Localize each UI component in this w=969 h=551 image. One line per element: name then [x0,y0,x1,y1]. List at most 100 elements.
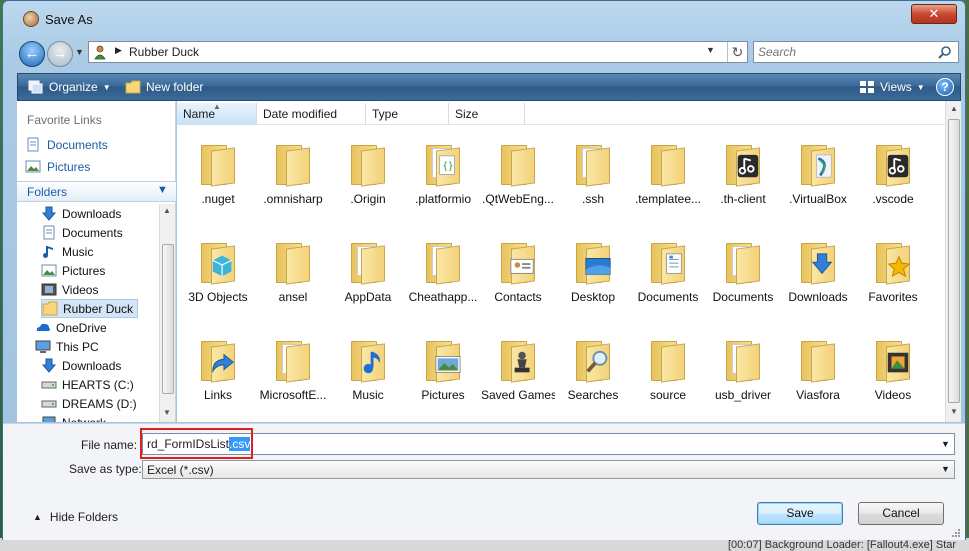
file-item[interactable]: ansel [256,229,330,319]
tree-item-onedrive[interactable]: OneDrive [35,318,107,337]
new-folder-button[interactable]: New folder [125,80,203,94]
file-item[interactable]: AppData [331,229,405,319]
folder-star-icon [872,237,914,285]
favorite-link-pictures[interactable]: Pictures [25,159,90,174]
scrollbar-thumb[interactable] [162,244,174,394]
search-box[interactable] [753,41,959,63]
breadcrumb-separator-icon[interactable]: ▶ [115,45,122,56]
save-button[interactable]: Save [757,502,843,525]
forward-button[interactable]: → [47,41,73,67]
file-item[interactable]: Cheathapp... [406,229,480,319]
save-as-type-select[interactable]: Excel (*.csv) ▼ [142,460,955,479]
favorite-link-label: Pictures [47,159,91,174]
tree-item-music[interactable]: Music [41,242,93,261]
hide-folders-button[interactable]: ▲ Hide Folders [33,510,118,524]
file-item[interactable]: Favorites [856,229,930,319]
search-icon[interactable] [937,45,953,61]
scrollbar-thumb[interactable] [948,119,960,403]
file-item[interactable]: .VirtualBox [781,131,855,221]
file-item[interactable]: usb_driver [706,327,780,417]
file-item-label: Cheathapp... [408,290,478,304]
chevron-down-icon[interactable]: ▼ [941,464,950,474]
file-item[interactable]: Saved Games [481,327,555,417]
address-dropdown-icon[interactable]: ▼ [706,45,715,55]
tree-item-hearts-c[interactable]: HEARTS (C:) [41,375,134,394]
cancel-button[interactable]: Cancel [858,502,944,525]
tree-item-rubber-duck[interactable]: Rubber Duck [41,299,139,318]
file-item[interactable]: .QtWebEng... [481,131,555,221]
file-item[interactable]: .Origin [331,131,405,221]
tree-scrollbar[interactable]: ▲ ▼ [159,204,175,422]
tree-item-documents[interactable]: Documents [41,223,123,242]
file-item[interactable]: Desktop [556,229,630,319]
file-item-label: .omnisharp [263,192,323,206]
file-item[interactable]: 3D Objects [181,229,255,319]
documents-icon [43,225,55,240]
file-item[interactable]: Downloads [781,229,855,319]
tree-item-videos[interactable]: Videos [41,280,98,299]
tree-item-pictures[interactable]: Pictures [41,261,105,280]
address-bar[interactable]: ▶ Rubber Duck ▼ ↻ [88,41,748,63]
title-bar[interactable]: Save As ✕ [3,1,965,35]
file-item[interactable]: .th-client [706,131,780,221]
tree-item-dreams-d[interactable]: DREAMS (D:) [41,394,137,413]
file-item-label: Music [352,388,384,402]
file-list-scrollbar[interactable]: ▲ ▼ [945,101,961,422]
help-button[interactable]: ? [936,78,954,96]
scroll-up-icon[interactable]: ▲ [163,206,171,215]
column-header-size[interactable]: Size [449,103,525,125]
favorite-link-documents[interactable]: Documents [25,137,108,152]
folder-icon [497,139,539,187]
views-button[interactable]: Views ▼ [859,80,925,94]
column-header-type[interactable]: Type [366,103,449,125]
file-item[interactable]: Music [331,327,405,417]
file-item-label: .templatee... [634,192,702,206]
search-input[interactable] [758,44,928,60]
tree-item-downloads[interactable]: Downloads [41,356,121,375]
close-button[interactable]: ✕ [911,4,957,24]
file-item[interactable]: Links [181,327,255,417]
file-item[interactable]: Pictures [406,327,480,417]
refresh-icon: ↻ [731,44,744,60]
file-item[interactable]: {} .platformio [406,131,480,221]
file-item[interactable]: Videos [856,327,930,417]
scroll-down-icon[interactable]: ▼ [163,408,171,417]
file-item[interactable]: MicrosoftE... [256,327,330,417]
folder-code-icon: {} [422,139,464,187]
file-name-field[interactable]: rd_FormIDsList.csv ▼ [142,433,955,455]
file-item[interactable]: .vscode [856,131,930,221]
file-item[interactable]: Documents [631,229,705,319]
file-item[interactable]: Viasfora [781,327,855,417]
organize-button[interactable]: Organize ▼ [28,80,111,94]
history-dropdown-button[interactable]: ▼ [75,47,87,61]
scroll-down-icon[interactable]: ▼ [950,407,958,416]
tree-item-this-pc[interactable]: This PC [35,337,99,356]
column-header-name[interactable]: ▲ Name [177,102,257,125]
file-item[interactable]: source [631,327,705,417]
column-header-date-modified[interactable]: Date modified [257,103,366,125]
file-item[interactable]: Contacts [481,229,555,319]
file-item[interactable]: .omnisharp [256,131,330,221]
tree-item-label: Downloads [62,358,122,373]
file-item[interactable]: Documents [706,229,780,319]
new-folder-label: New folder [146,80,204,94]
refresh-button[interactable]: ↻ [727,42,747,62]
file-item[interactable]: Searches [556,327,630,417]
folders-header-label: Folders [27,185,68,199]
scroll-up-icon[interactable]: ▲ [950,104,958,113]
file-item-label: ansel [278,290,308,304]
breadcrumb-current[interactable]: Rubber Duck [129,45,199,59]
file-name-dropdown-icon[interactable]: ▼ [941,439,950,449]
file-item[interactable]: .ssh [556,131,630,221]
folders-header[interactable]: Folders ▼ [17,181,176,202]
tree-item-downloads[interactable]: Downloads [41,204,121,223]
file-item[interactable]: .templatee... [631,131,705,221]
chevron-down-icon[interactable]: ▼ [157,184,168,196]
back-button[interactable]: ← [19,41,45,67]
file-item[interactable]: .nuget [181,131,255,221]
organize-icon [28,80,43,94]
tree-item-network[interactable]: Network [41,413,106,422]
resize-grip-icon[interactable] [951,528,961,538]
save-as-type-label: Save as type: [69,462,142,476]
chevron-up-icon: ▲ [33,512,42,522]
